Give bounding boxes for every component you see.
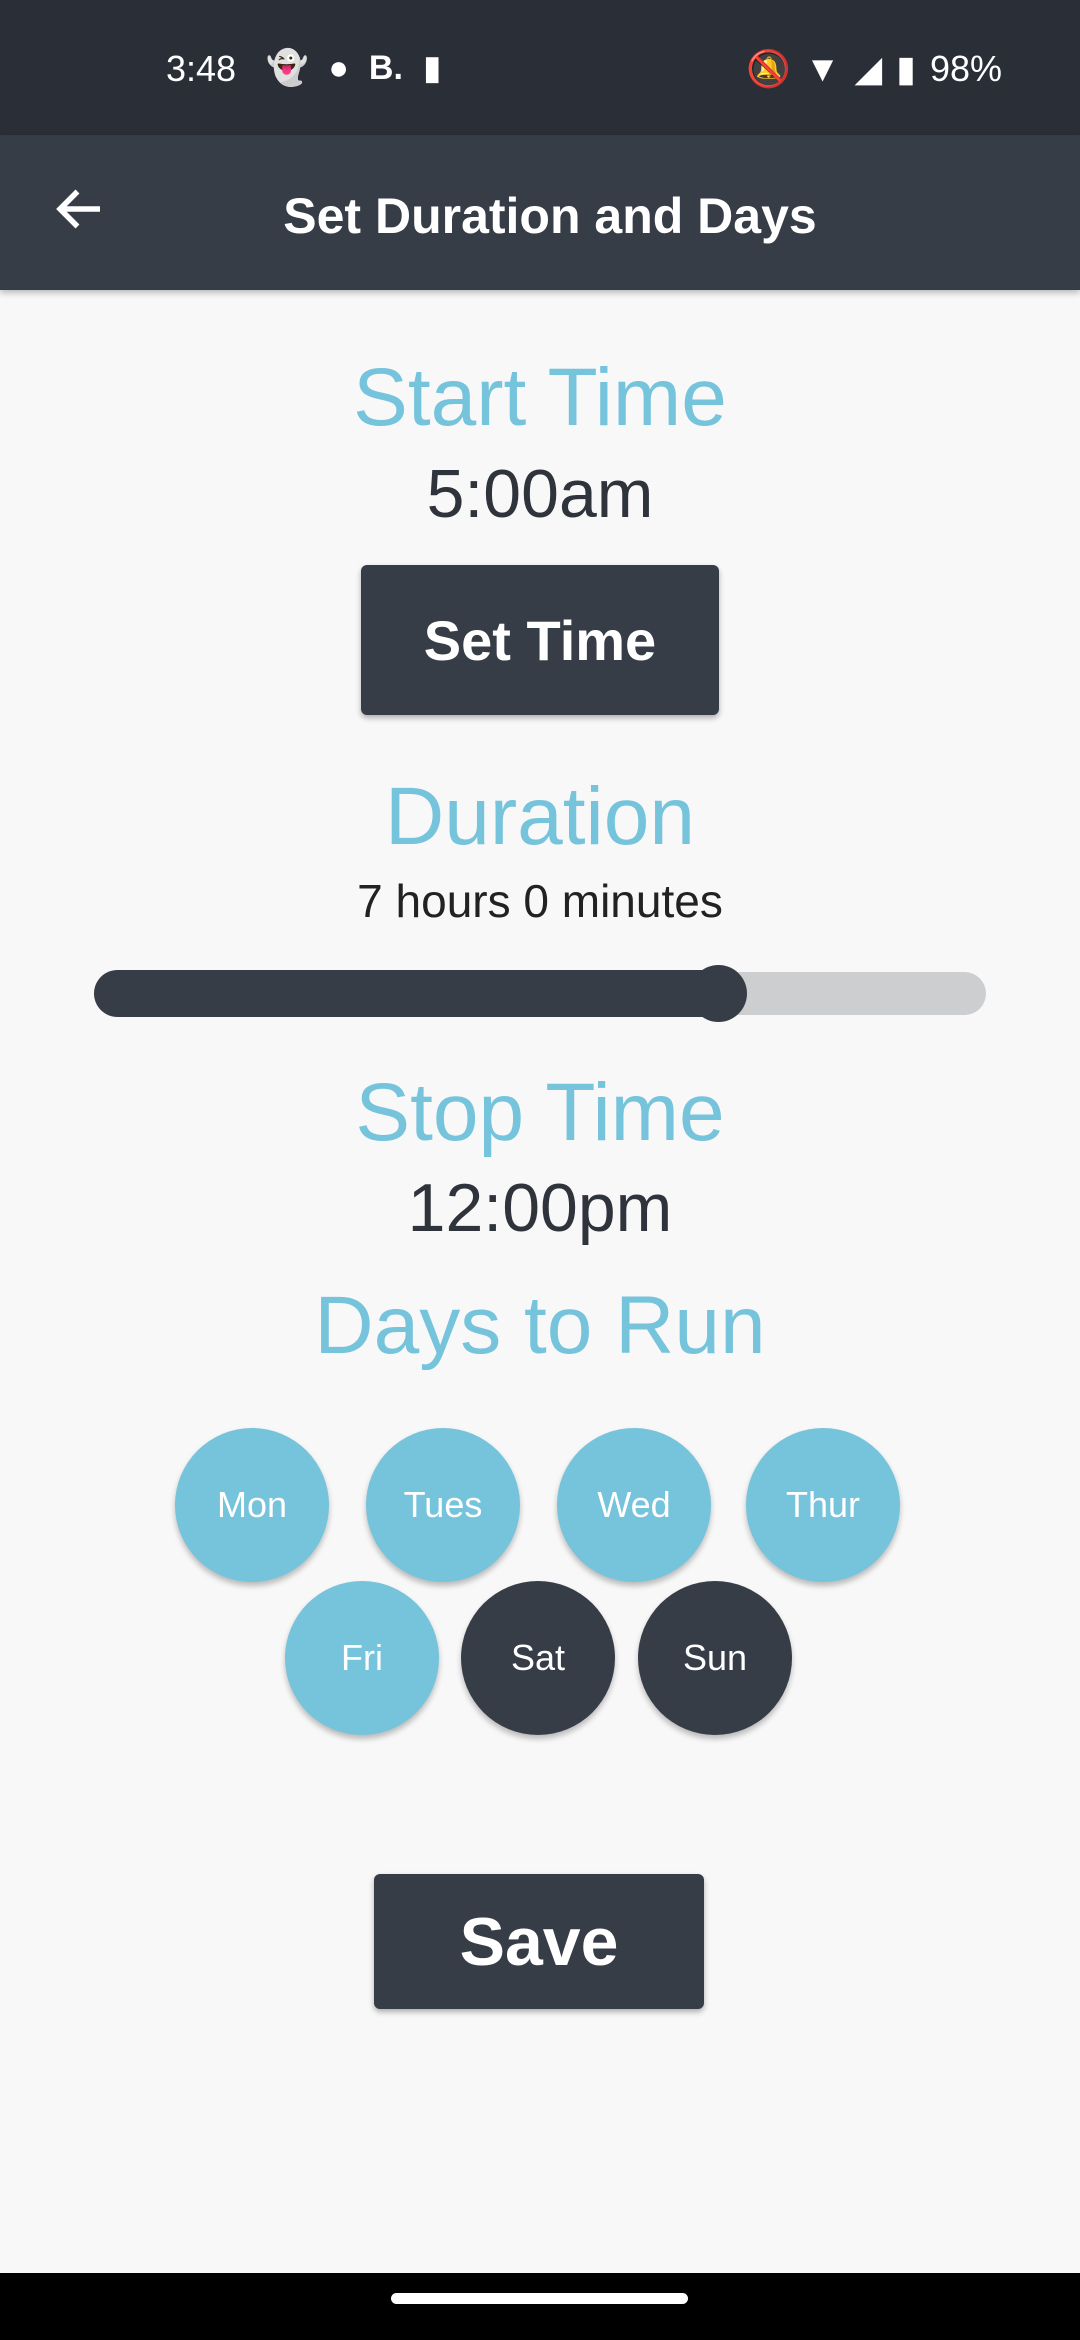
battery-charging-icon: ▮ bbox=[896, 48, 916, 89]
start-time-value: 5:00am bbox=[426, 456, 654, 532]
days-heading: Days to Run bbox=[314, 1280, 766, 1371]
wifi-icon: ▼ bbox=[804, 48, 841, 89]
start-time-heading: Start Time bbox=[353, 352, 727, 443]
day-thur[interactable]: Thur bbox=[746, 1428, 900, 1582]
bell-off-icon: 🔕 bbox=[745, 48, 791, 89]
status-time: 3:48 bbox=[166, 48, 237, 89]
day-tues[interactable]: Tues bbox=[366, 1428, 520, 1582]
duration-value: 7 hours 0 minutes bbox=[357, 875, 723, 927]
stop-time-heading: Stop Time bbox=[355, 1067, 725, 1158]
snapchat-icon: 👻 bbox=[266, 49, 309, 87]
signal-icon: ◢ bbox=[854, 48, 883, 89]
home-handle[interactable] bbox=[391, 2293, 688, 2304]
day-fri[interactable]: Fri bbox=[285, 1581, 439, 1735]
duration-slider-fill bbox=[94, 970, 729, 1017]
day-sun[interactable]: Sun bbox=[638, 1581, 792, 1735]
set-time-button[interactable]: Set Time bbox=[361, 565, 719, 715]
messenger-icon: ● bbox=[328, 48, 349, 87]
battery-percent: 98% bbox=[929, 48, 1002, 89]
app-bar: Set Duration and Days bbox=[0, 135, 1080, 290]
duration-slider-thumb[interactable] bbox=[690, 965, 748, 1022]
download-icon: ▮ bbox=[422, 49, 442, 87]
stop-time-value: 12:00pm bbox=[407, 1170, 673, 1246]
day-wed[interactable]: Wed bbox=[557, 1428, 711, 1582]
duration-heading: Duration bbox=[385, 771, 695, 862]
page-title: Set Duration and Days bbox=[283, 188, 817, 244]
day-sat[interactable]: Sat bbox=[461, 1581, 615, 1735]
b-icon: B. bbox=[368, 48, 403, 87]
save-button[interactable]: Save bbox=[374, 1874, 704, 2009]
status-bar: 3:48 👻 ● B. ▮ 🔕 ▼ ◢ ▮ 98% bbox=[0, 0, 1080, 135]
day-mon[interactable]: Mon bbox=[175, 1428, 329, 1582]
navigation-bar bbox=[0, 2273, 1080, 2340]
